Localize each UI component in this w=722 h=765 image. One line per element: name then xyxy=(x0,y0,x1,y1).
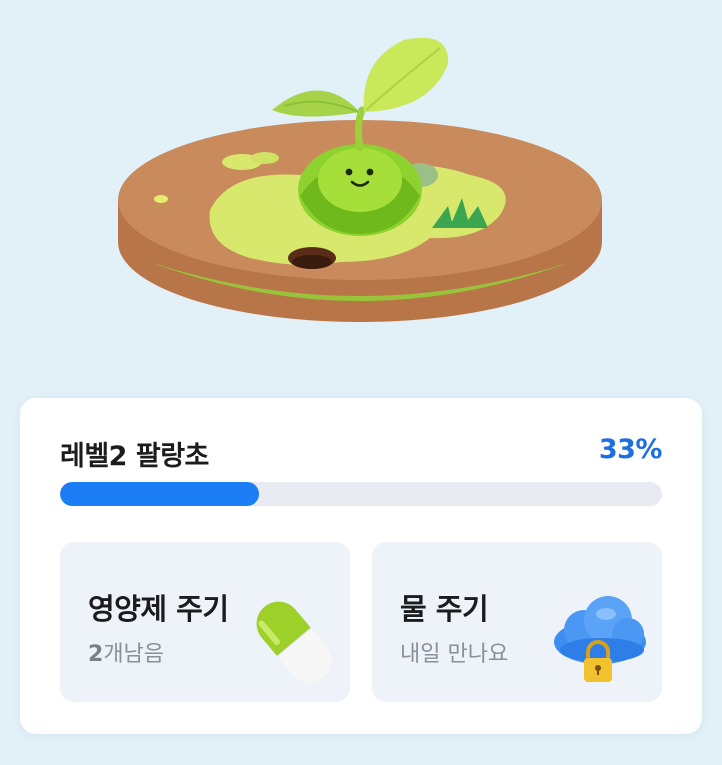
level-header: 레벨2 팔랑초 33% xyxy=(60,434,663,472)
growth-card: 레벨2 팔랑초 33% 영양제 주기 2개남음 물 주기 내일 만나요 xyxy=(20,398,702,734)
level-percent: 33% xyxy=(598,434,663,465)
locked-cloud-icon xyxy=(550,590,650,694)
give-nutrient-label: 영양제 주기 xyxy=(88,592,229,626)
capsule-icon xyxy=(248,594,340,694)
remaining-count-number: 2 xyxy=(88,642,104,667)
give-water-label: 물 주기 xyxy=(400,592,489,626)
sprout-illustration xyxy=(0,0,722,390)
level-title: 레벨2 팔랑초 xyxy=(60,441,209,472)
progress-bar xyxy=(60,482,662,506)
give-water-status: 내일 만나요 xyxy=(400,642,509,667)
remaining-count: 2개남음 xyxy=(88,636,164,668)
progress-bar-fill xyxy=(60,482,259,506)
give-water-button[interactable]: 물 주기 내일 만나요 xyxy=(372,542,662,702)
remaining-count-label: 개남음 xyxy=(103,642,165,667)
give-nutrient-button[interactable]: 영양제 주기 2개남음 xyxy=(60,542,350,702)
